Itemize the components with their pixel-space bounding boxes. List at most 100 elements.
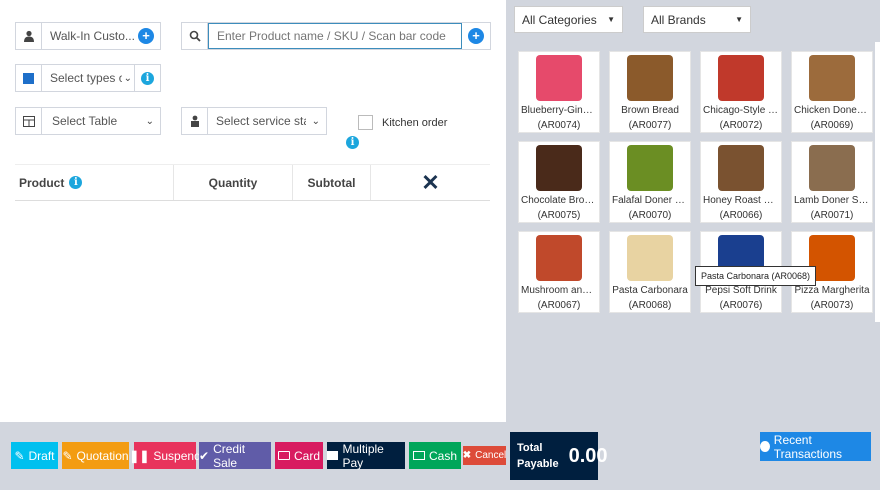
product-tooltip: Pasta Carbonara (AR0068) [695, 266, 817, 286]
pause-icon: ❚❚ [129, 448, 150, 463]
types-of-service-group: Select types of s ⌄ i [15, 64, 161, 92]
table-select[interactable]: Select Table [42, 108, 140, 134]
money-icon [412, 451, 425, 460]
product-sku: (AR0070) [628, 210, 672, 221]
draft-button[interactable]: ✎ Draft [11, 442, 58, 469]
info-icon[interactable]: i [346, 136, 359, 149]
info-icon[interactable]: i [141, 71, 154, 85]
product-sku: (AR0074) [537, 120, 581, 131]
product-sku: (AR0067) [537, 300, 581, 311]
types-of-service-value: Select types of s [50, 71, 122, 85]
cancel-label: Cancel [475, 450, 507, 461]
salad-image [627, 145, 673, 191]
external-link-icon [16, 65, 42, 91]
suspend-button[interactable]: ❚❚ Suspend [129, 442, 201, 469]
customer-value: Walk-In Custo... [50, 29, 135, 43]
info-icon[interactable]: i [69, 176, 83, 189]
search-group: + [181, 22, 491, 50]
bread-image [627, 55, 673, 101]
table-select-value: Select Table [52, 114, 118, 128]
drink-image [536, 55, 582, 101]
category-filter[interactable]: All Categories ▼ [514, 6, 623, 33]
suspend-label: Suspend [153, 448, 201, 463]
product-sku: (AR0077) [628, 120, 672, 131]
kitchen-order-checkbox[interactable] [358, 115, 373, 130]
total-payable-label-2: Payable [517, 458, 559, 470]
product-sku: (AR0071) [810, 210, 854, 221]
quantity-header: Quantity [174, 165, 293, 200]
chicken-image [718, 145, 764, 191]
subtotal-header: Subtotal [293, 165, 371, 200]
service-staff-group: Select service staff ⌄ [181, 107, 327, 135]
pizza-image [718, 55, 764, 101]
total-payable-label-1: Total [517, 442, 543, 454]
plus-icon: + [138, 28, 154, 44]
cash-label: Cash [428, 448, 457, 463]
multiple-pay-label: Multiple Pay [342, 441, 384, 470]
brand-filter[interactable]: All Brands ▼ [643, 6, 751, 33]
recent-transactions-button[interactable]: Recent Transactions [760, 432, 871, 461]
credit-sale-label: Credit Sale [213, 441, 246, 470]
product-name: Chicago-Style Pan... [703, 105, 781, 116]
product-header-label: Product [19, 175, 65, 190]
search-icon [182, 23, 208, 49]
multiple-pay-button[interactable]: Multiple Pay [327, 441, 405, 470]
product-name: Brown Bread [621, 105, 679, 116]
product-card[interactable]: Pasta Carbonara (AR0068) [609, 231, 691, 313]
service-staff-select[interactable]: Select service staff [208, 108, 306, 134]
types-of-service-select[interactable]: Select types of s [42, 65, 122, 91]
product-sku: (AR0072) [719, 120, 763, 131]
product-name: Mushroom and Her... [521, 285, 599, 296]
edit-icon: ✎ [14, 448, 25, 463]
product-card[interactable]: Chicken Doner Pita... (AR0069) [791, 51, 873, 133]
add-customer-button[interactable]: + [138, 28, 154, 44]
product-card[interactable]: Honey Roast Chicken (AR0066) [700, 141, 782, 223]
product-card[interactable]: Lamb Doner Salad (AR0071) [791, 141, 873, 223]
product-sku: (AR0073) [810, 300, 854, 311]
product-sku: (AR0066) [719, 210, 763, 221]
draft-label: Draft [28, 448, 55, 463]
recent-transactions-label: Recent Transactions [773, 432, 843, 461]
pita-image [809, 55, 855, 101]
credit-card-icon [277, 451, 290, 460]
credit-sale-button[interactable]: ✔ Credit Sale [199, 441, 271, 470]
check-icon: ✔ [199, 448, 210, 463]
product-card[interactable]: Mushroom and Her... (AR0067) [518, 231, 600, 313]
card-label: Card [293, 448, 320, 463]
chevron-down-icon: ▼ [735, 15, 743, 24]
order-table-header: Product i Quantity Subtotal ✕ [15, 164, 490, 201]
pos-form-panel: Walk-In Custo... ▼ + + Select types of s… [0, 0, 506, 422]
product-name: Falafal Doner Salad [612, 195, 690, 206]
add-product-button[interactable]: + [462, 23, 490, 49]
product-card[interactable]: Falafal Doner Salad (AR0070) [609, 141, 691, 223]
product-name: Pizza Margherita [794, 285, 870, 296]
remove-all-icon[interactable]: ✕ [371, 165, 490, 200]
chevron-down-icon: ▼ [607, 15, 615, 24]
product-name: Chicken Doner Pita... [794, 105, 872, 116]
product-card[interactable]: Brown Bread (AR0077) [609, 51, 691, 133]
product-name: Blueberry-Ginger... [521, 105, 599, 116]
card-button[interactable]: Card [275, 442, 323, 469]
product-card[interactable]: Chocolate Brownie (AR0075) [518, 141, 600, 223]
quotation-label: Quotation [76, 448, 129, 463]
mushroom-pizza-image [536, 235, 582, 281]
pos-footer: ✎ Draft ✎ Quotation ❚❚ Suspend ✔ Credit Sale… [0, 430, 880, 490]
total-payable-box: Total Payable 0.00 [510, 432, 608, 480]
cash-button[interactable]: Cash [409, 442, 461, 469]
kitchen-order-label: Kitchen order [382, 117, 448, 129]
product-card[interactable]: Chicago-Style Pan... (AR0072) [700, 51, 782, 133]
customer-select[interactable]: Walk-In Custo... [42, 23, 138, 49]
cancel-button[interactable]: ✖ Cancel [463, 446, 506, 465]
chevron-down-icon: ⌄ [145, 115, 154, 127]
product-name: Lamb Doner Salad [794, 195, 872, 206]
product-sku: (AR0075) [537, 210, 581, 221]
product-header: Product i [15, 165, 174, 200]
product-name: Honey Roast Chicken [703, 195, 781, 206]
service-staff-value: Select service staff [216, 114, 306, 128]
quotation-button[interactable]: ✎ Quotation [62, 442, 129, 469]
product-name: Pepsi Soft Drink [705, 285, 777, 296]
product-search-input[interactable] [208, 23, 462, 49]
product-scrollbar[interactable] [875, 42, 880, 322]
product-card[interactable]: Blueberry-Ginger... (AR0074) [518, 51, 600, 133]
product-name: Pasta Carbonara [612, 285, 688, 296]
